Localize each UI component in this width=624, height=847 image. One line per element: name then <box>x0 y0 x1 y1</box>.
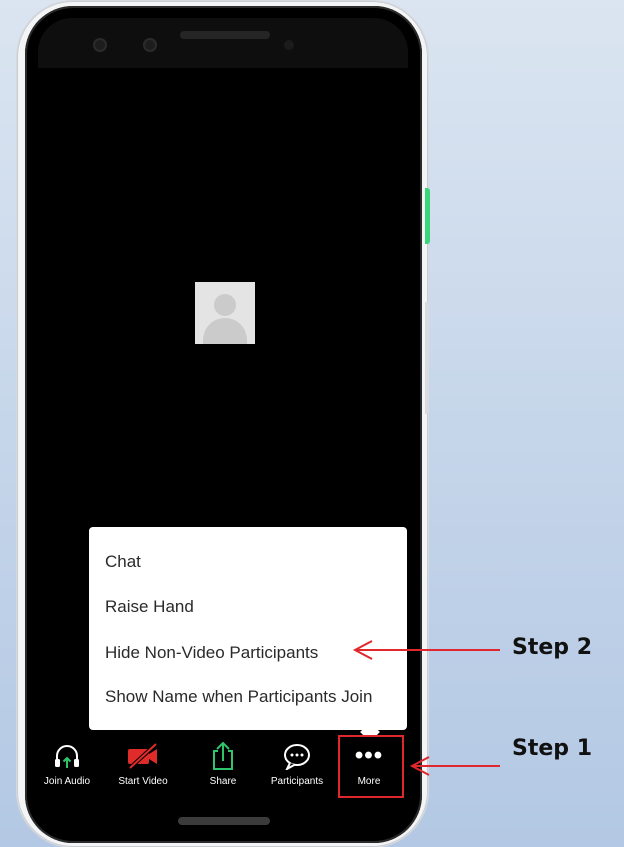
power-button <box>425 188 430 244</box>
chat-bubble-icon <box>262 742 332 770</box>
start-video-label: Start Video <box>118 776 168 787</box>
menu-item-hide-non-video-participants[interactable]: Hide Non-Video Participants <box>105 643 318 663</box>
headphones-icon <box>32 742 102 770</box>
menu-item-raise-hand[interactable]: Raise Hand <box>105 597 194 617</box>
volume-button <box>425 302 429 414</box>
more-options-menu: Chat Raise Hand Hide Non-Video Participa… <box>89 527 407 730</box>
proximity-sensor <box>284 40 294 50</box>
video-off-icon <box>108 742 178 770</box>
home-indicator <box>178 817 270 825</box>
share-icon <box>188 741 258 770</box>
front-camera-icon <box>93 38 107 52</box>
participants-label: Participants <box>270 776 324 787</box>
front-camera-icon <box>143 38 157 52</box>
join-audio-button[interactable]: Join Audio <box>32 737 102 799</box>
join-audio-label: Join Audio <box>43 776 91 787</box>
share-label: Share <box>209 776 237 787</box>
step-2-label: Step 2 <box>512 635 592 660</box>
earpiece-speaker <box>180 31 270 39</box>
participant-avatar-icon <box>195 282 255 344</box>
step-1-label: Step 1 <box>512 736 592 761</box>
avatar-body <box>203 318 247 344</box>
share-button[interactable]: Share <box>188 737 258 799</box>
menu-item-show-name-when-participants-join[interactable]: Show Name when Participants Join <box>105 687 372 707</box>
menu-item-chat[interactable]: Chat <box>105 552 141 572</box>
step-1-highlight-box <box>338 735 404 798</box>
participants-button[interactable]: Participants <box>262 737 332 799</box>
start-video-button[interactable]: Start Video <box>108 737 178 799</box>
avatar-head <box>214 294 236 316</box>
